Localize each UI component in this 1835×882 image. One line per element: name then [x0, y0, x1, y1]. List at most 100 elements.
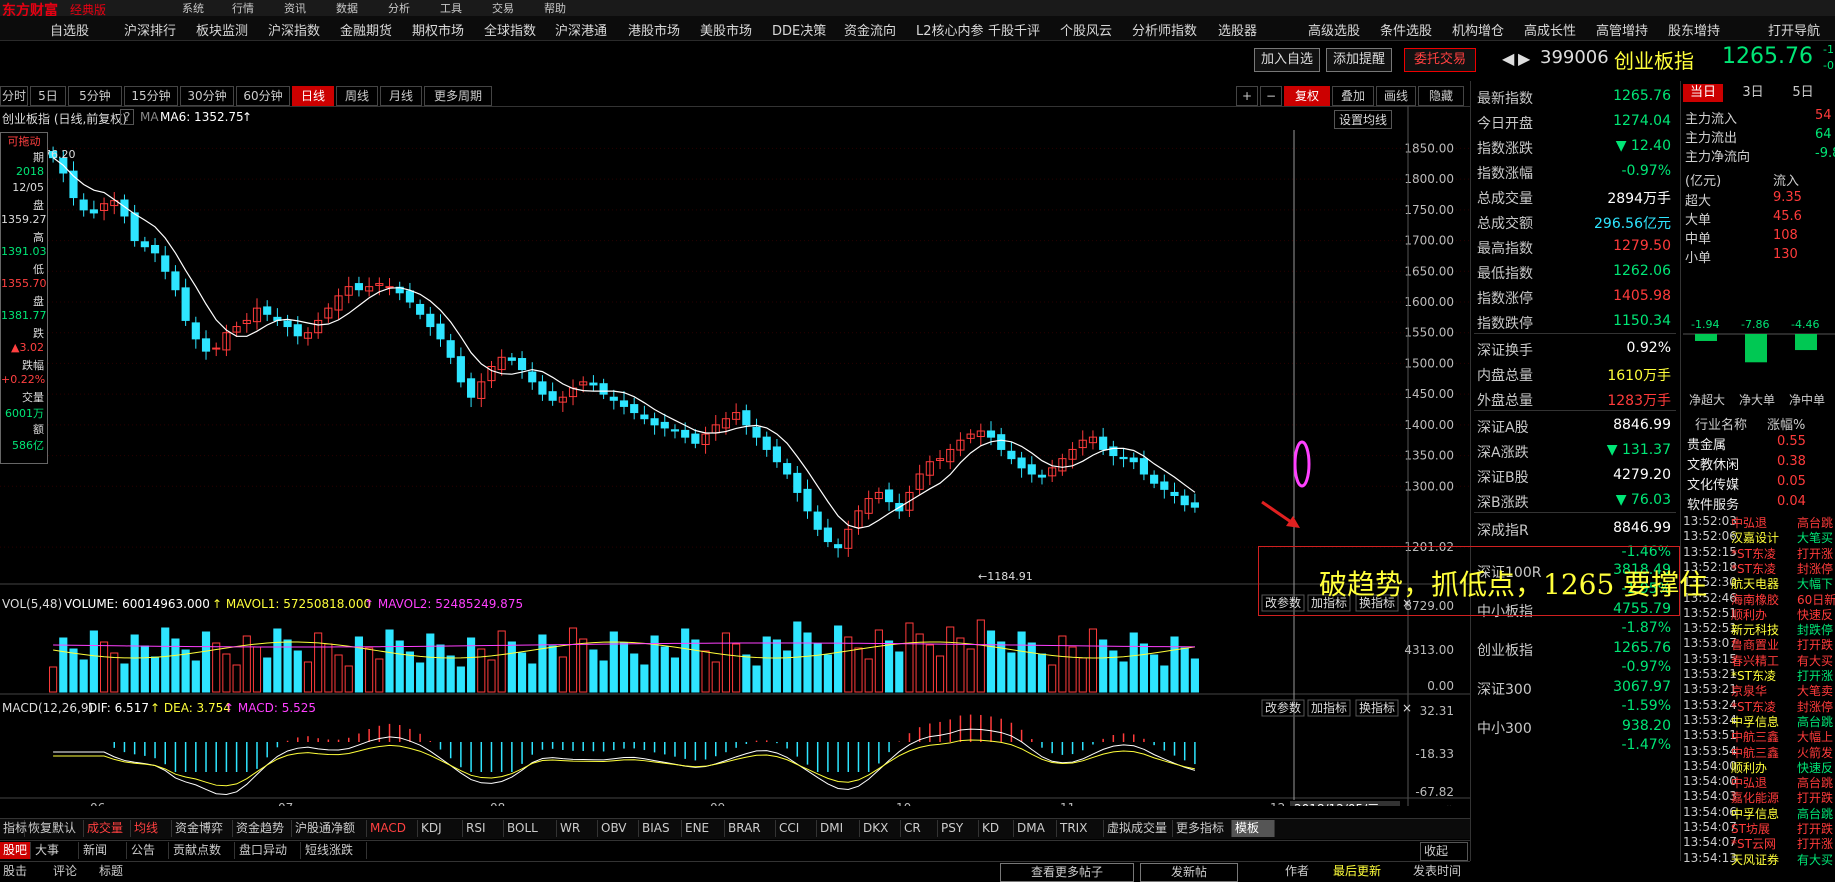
- last-update-col[interactable]: 最后更新: [1330, 863, 1384, 880]
- indicator-tab[interactable]: 沪股通净额: [292, 820, 367, 837]
- kline-chart[interactable]: 1850.00 1800.00 1750.00 1700.00 1650.00 1600.…: [0, 106, 1470, 806]
- menu-item-cond-select[interactable]: 条件选股: [1380, 20, 1432, 39]
- more-posts-button[interactable]: 查看更多帖子: [1000, 863, 1134, 882]
- indicator-tab[interactable]: BIAS: [639, 820, 682, 837]
- menu-item-inst-add[interactable]: 机构增仓: [1452, 20, 1504, 39]
- info-tab[interactable]: 短线涨跌: [302, 842, 367, 859]
- info-tab[interactable]: 股吧: [0, 842, 31, 859]
- menu-trade[interactable]: 交易: [492, 0, 514, 16]
- menu-item-index[interactable]: 沪深指数: [268, 20, 320, 39]
- period-daily[interactable]: 日线: [292, 86, 334, 106]
- indicator-tab[interactable]: DMA: [1014, 820, 1057, 837]
- indicator-tab[interactable]: 成交量: [84, 820, 131, 837]
- indicator-tab[interactable]: 虚拟成交量: [1104, 820, 1173, 837]
- period-weekly[interactable]: 周线: [336, 86, 378, 106]
- menu-news[interactable]: 资讯: [284, 0, 306, 16]
- industry-row[interactable]: 文化传媒 0.05: [1683, 472, 1835, 493]
- info-tab[interactable]: 贡献点数: [170, 842, 235, 859]
- post-time-col[interactable]: 发表时间: [1410, 863, 1464, 880]
- indicator-tab[interactable]: TRIX: [1057, 820, 1104, 837]
- menu-item-hk[interactable]: 港股市场: [628, 20, 680, 39]
- menu-data[interactable]: 数据: [336, 0, 358, 16]
- menu-system[interactable]: 系统: [182, 0, 204, 16]
- flow-tab-today[interactable]: 当日: [1683, 84, 1723, 102]
- indicator-tab[interactable]: 指标: [0, 820, 27, 837]
- menu-item-holder-buy[interactable]: 股东增持: [1668, 20, 1720, 39]
- indicator-tab[interactable]: 恢复默认: [25, 820, 84, 837]
- menu-item-sector-monitor[interactable]: 板块监测: [196, 20, 248, 39]
- zoom-out-button[interactable]: −: [1260, 86, 1282, 106]
- new-post-button[interactable]: 发新帖: [1140, 863, 1238, 882]
- info-panel[interactable]: 可拖动 期 2018 12/05 盘 1359.27 高 1391.03 低 1355.70 盘 1…: [0, 132, 48, 464]
- indicator-tab[interactable]: MACD: [367, 820, 418, 837]
- industry-header-name[interactable]: 行业名称: [1695, 414, 1747, 433]
- menu-item-ranking[interactable]: 沪深排行: [124, 20, 176, 39]
- period-60min[interactable]: 60分钟: [236, 86, 290, 106]
- indicator-tab[interactable]: CCI: [776, 820, 817, 837]
- menu-item-analyst[interactable]: 分析师指数: [1132, 20, 1197, 39]
- menu-item-growth[interactable]: 高成长性: [1524, 20, 1576, 39]
- flow-tab-3day[interactable]: 3日: [1733, 84, 1773, 102]
- draw-line-button[interactable]: 画线: [1376, 86, 1416, 106]
- menu-item-exec-buy[interactable]: 高管增持: [1596, 20, 1648, 39]
- indicator-tab[interactable]: 更多指标: [1173, 820, 1232, 837]
- menu-item-money-flow[interactable]: 资金流向: [844, 20, 896, 39]
- menu-tools[interactable]: 工具: [440, 0, 462, 16]
- period-more[interactable]: 更多周期: [424, 86, 492, 106]
- menu-analysis[interactable]: 分析: [388, 0, 410, 16]
- tape-row[interactable]: 13:54:13 天风证券 有大买: [1683, 851, 1835, 868]
- hide-button[interactable]: 隐藏: [1418, 86, 1464, 106]
- indicator-tab[interactable]: ENE: [682, 820, 725, 837]
- menu-item-nav[interactable]: 打开导航: [1768, 20, 1820, 39]
- period-30min[interactable]: 30分钟: [180, 86, 234, 106]
- indicator-tab[interactable]: KD: [979, 820, 1014, 837]
- menu-item-connect[interactable]: 沪深港通: [555, 20, 607, 39]
- prev-stock-icon[interactable]: ◀: [1502, 49, 1514, 68]
- indicator-tab[interactable]: KDJ: [418, 820, 463, 837]
- add-watch-button[interactable]: 加入自选: [1254, 48, 1320, 72]
- macd-close-icon[interactable]: ×: [1402, 701, 1412, 715]
- trade-button[interactable]: 委托交易: [1404, 48, 1476, 72]
- menu-item-adv-select[interactable]: 高级选股: [1308, 20, 1360, 39]
- menu-item-options[interactable]: 期权市场: [412, 20, 464, 39]
- period-monthly[interactable]: 月线: [380, 86, 422, 106]
- industry-header-pct[interactable]: 涨幅%: [1767, 414, 1805, 433]
- scroll-right-icon[interactable]: »: [1447, 801, 1454, 806]
- add-alert-button[interactable]: 添加提醒: [1326, 48, 1392, 72]
- indicator-tab[interactable]: 资金博弈: [172, 820, 233, 837]
- flow-tab-5day[interactable]: 5日: [1783, 84, 1823, 102]
- menu-quote[interactable]: 行情: [232, 0, 254, 16]
- menu-item-screener[interactable]: 选股器: [1218, 20, 1257, 39]
- indicator-tab[interactable]: 资金趋势: [233, 820, 292, 837]
- menu-item-comments[interactable]: 千股千评: [988, 20, 1040, 39]
- menu-item-dde[interactable]: DDE决策: [772, 20, 826, 39]
- period-5day[interactable]: 5日: [30, 86, 66, 106]
- period-15min[interactable]: 15分钟: [124, 86, 178, 106]
- indicator-tab[interactable]: BRAR: [725, 820, 776, 837]
- menu-item-futures[interactable]: 金融期货: [340, 20, 392, 39]
- collapse-button[interactable]: 收起: [1420, 842, 1468, 861]
- info-tab[interactable]: 新闻: [80, 842, 127, 859]
- next-stock-icon[interactable]: ▶: [1518, 49, 1530, 68]
- indicator-tab[interactable]: 模板: [1232, 820, 1275, 837]
- info-tab[interactable]: 盘口异动: [236, 842, 301, 859]
- indicator-tab[interactable]: DKX: [860, 820, 901, 837]
- indicator-tab[interactable]: PSY: [938, 820, 979, 837]
- indicator-tab[interactable]: RSI: [463, 820, 504, 837]
- indicator-tab[interactable]: 均线: [131, 820, 172, 837]
- zoom-in-button[interactable]: +: [1236, 86, 1258, 106]
- indicator-tab[interactable]: DMI: [817, 820, 860, 837]
- indicator-tab[interactable]: BOLL: [504, 820, 557, 837]
- overlay-button[interactable]: 叠加: [1332, 86, 1374, 106]
- period-intraday[interactable]: 分时: [0, 86, 28, 106]
- menu-item-stock-wind[interactable]: 个股风云: [1060, 20, 1112, 39]
- adjust-button[interactable]: 复权: [1284, 86, 1330, 106]
- indicator-tab[interactable]: WR: [557, 820, 598, 837]
- menu-item-us[interactable]: 美股市场: [700, 20, 752, 39]
- period-5min[interactable]: 5分钟: [68, 86, 122, 106]
- industry-row[interactable]: 贵金属 0.55: [1683, 432, 1835, 453]
- menu-item-l2[interactable]: L2核心内参: [916, 20, 984, 39]
- indicator-tab[interactable]: CR: [901, 820, 938, 837]
- indicator-tab[interactable]: OBV: [598, 820, 639, 837]
- menu-item-watchlist[interactable]: 自选股: [50, 20, 89, 39]
